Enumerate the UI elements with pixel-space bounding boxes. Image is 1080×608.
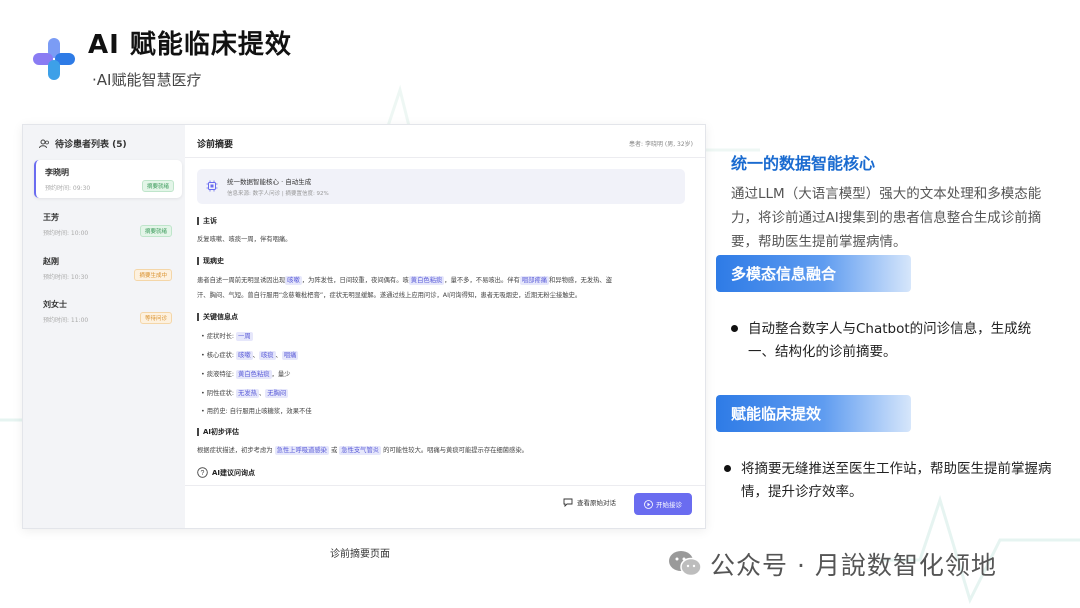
start-consultation-button[interactable]: 开始接诊 bbox=[634, 493, 692, 515]
patient-time: 预约时间: 10:30 bbox=[43, 274, 89, 281]
patient-name: 赵刚 bbox=[43, 257, 59, 266]
play-circle-icon bbox=[644, 499, 653, 509]
text-fragment: ，为阵发性，日间较重，夜间偶有。咳 bbox=[301, 277, 409, 284]
highlight-tag: 咽痛 bbox=[281, 351, 299, 360]
section-banner: 多模态信息融合 bbox=[716, 255, 911, 292]
highlight-tag: 黄白色粘痰 bbox=[236, 370, 272, 379]
present-illness-line2: 汗、胸闷、气短。曾自行服用“念慈菴枇杷膏”，症状无明显缓解。遂通过线上应用问诊，… bbox=[197, 292, 582, 299]
ai-suggest-heading-row: ? AI建议问询点 bbox=[197, 467, 255, 478]
patient-card[interactable]: 赵刚 预约时间: 10:30 摘要生成中 bbox=[34, 249, 180, 287]
summary-title: 诊前摘要 bbox=[197, 140, 234, 150]
data-core-info-box: 统一数据智能核心 · 自动生成 信息来源: 数字人问诊 | 摘要置信度: 92% bbox=[197, 169, 685, 204]
status-badge: 摘要就绪 bbox=[141, 180, 174, 192]
patient-card[interactable]: 王芳 预约时间: 10:00 摘要就绪 bbox=[34, 205, 180, 243]
screenshot-caption: 诊前摘要页面 bbox=[330, 549, 390, 560]
text-fragment: 的可能性较大。咽痛与黄痰可能提示存在细菌感染。 bbox=[383, 447, 528, 454]
summary-page-screenshot: 待诊患者列表 (5) 李晓明 预约时间: 09:30 摘要就绪 王芳 预约时间:… bbox=[22, 124, 706, 529]
text-fragment: 根据症状描述，初步考虑为 bbox=[197, 447, 273, 454]
highlight-tag: 急性上呼吸道感染 bbox=[274, 446, 329, 455]
users-icon bbox=[39, 139, 49, 148]
core-title: 统一的数据智能核心 bbox=[731, 154, 876, 173]
ai-assessment-text: 根据症状描述，初步考虑为 急性上呼吸道感染 或 急性支气管炎 的可能性较大。咽痛… bbox=[197, 445, 528, 455]
highlight-tag: 无胸闷 bbox=[265, 389, 289, 398]
key-info-suffix: ，量少 bbox=[271, 371, 291, 378]
question-circle-icon: ? bbox=[197, 467, 208, 478]
highlight-tag: 咳痰 bbox=[258, 351, 276, 360]
bullet-text: 将摘要无缝推送至医生工作站，帮助医生提前掌握病情，提升诊疗效率。 bbox=[741, 461, 1052, 500]
patient-info: 患者: 李晓明 (男, 32岁) bbox=[629, 141, 693, 148]
banner-label: 多模态信息融合 bbox=[731, 265, 837, 283]
view-original-chat-button[interactable]: 查看原始对话 bbox=[563, 497, 616, 507]
key-info-item: • 痰液特征: 黄白色粘痰 ，量少 bbox=[201, 370, 291, 379]
status-badge: 等待问诊 bbox=[139, 312, 172, 324]
highlight-tag: 黄白色粘痰 bbox=[408, 276, 445, 285]
bullet-dot bbox=[731, 325, 738, 332]
bullet-text: 自动整合数字人与Chatbot的问诊信息，生成统一、结构化的诊前摘要。 bbox=[748, 321, 1032, 360]
section-heading: 主诉 bbox=[197, 217, 217, 225]
watermark-text: 公众号 · 月說数智化领地 bbox=[710, 551, 997, 580]
present-illness-line1: 患者自述一周前无明显诱因出现 咳嗽 ，为阵发性，日间较重，夜间偶有。咳 黄白色粘痰 ，量… bbox=[197, 275, 612, 285]
status-badge: 摘要生成中 bbox=[134, 269, 172, 281]
patient-name: 刘女士 bbox=[43, 300, 67, 309]
info-box-title: 统一数据智能核心 · 自动生成 bbox=[227, 178, 312, 186]
ai-suggest-heading: AI建议问询点 bbox=[212, 468, 256, 477]
key-info-label: 用药史: bbox=[206, 408, 228, 415]
divider bbox=[185, 157, 705, 158]
key-info-suffix: 自行服用止咳糖浆，效果不佳 bbox=[229, 408, 312, 415]
patient-list-sidebar: 待诊患者列表 (5) 李晓明 预约时间: 09:30 摘要就绪 王芳 预约时间:… bbox=[23, 125, 183, 528]
patient-time: 预约时间: 11:00 bbox=[43, 317, 89, 324]
core-description: 通过LLM（大语言模型）强大的文本处理和多模态能力，将诊前通过AI搜集到的患者信… bbox=[731, 186, 1042, 250]
banner-label: 赋能临床提效 bbox=[731, 405, 822, 423]
chip-icon bbox=[206, 180, 218, 192]
patient-card[interactable]: 刘女士 预约时间: 11:00 等待问诊 bbox=[34, 292, 180, 330]
section-banner: 赋能临床提效 bbox=[716, 395, 911, 432]
patient-list-title: 待诊患者列表 (5) bbox=[55, 140, 127, 150]
patient-name: 李晓明 bbox=[45, 168, 69, 177]
page-subtitle: ·AI赋能智慧医疗 bbox=[92, 71, 202, 89]
section-heading: 关键信息点 bbox=[197, 313, 238, 321]
text-fragment: ，量不多，不易咳出。伴有 bbox=[444, 277, 520, 284]
key-info-label: 阴性症状: bbox=[206, 390, 235, 397]
wechat-icon bbox=[669, 551, 702, 577]
text-fragment: 或 bbox=[330, 447, 338, 454]
patient-list-header: 待诊患者列表 (5) bbox=[39, 137, 127, 150]
section-heading: AI初步评估 bbox=[197, 428, 239, 436]
chief-complaint-text: 反复咳嗽、咳痰一周，伴有咽痛。 bbox=[197, 236, 292, 243]
wechat-watermark: 公众号 · 月說数智化领地 bbox=[668, 546, 997, 582]
key-info-item: • 核心症状: 咳嗽、咳痰、咽痛 bbox=[201, 351, 299, 360]
bullet-dot bbox=[724, 465, 731, 472]
bullet-item: 自动整合数字人与Chatbot的问诊信息，生成统一、结构化的诊前摘要。 bbox=[731, 318, 1051, 364]
key-info-item: • 阴性症状: 无发热、无胸闷 bbox=[201, 389, 289, 398]
key-info-label: 核心症状: bbox=[206, 352, 235, 359]
key-info-label: 痰液特征: bbox=[206, 371, 235, 378]
svg-text:?: ? bbox=[201, 470, 205, 477]
highlight-tag: 无发热 bbox=[236, 389, 259, 398]
patient-time: 预约时间: 10:00 bbox=[43, 230, 89, 237]
info-box-subtitle: 信息来源: 数字人问诊 | 摘要置信度: 92% bbox=[227, 191, 329, 197]
text-fragment: 患者自述一周前无明显诱因出现 bbox=[197, 277, 286, 284]
highlight-tag: 咳嗽 bbox=[236, 351, 253, 360]
page-title: AI 赋能临床提效 bbox=[88, 30, 292, 60]
key-info-item: • 用药史: 自行服用止咳糖浆，效果不佳 bbox=[201, 408, 312, 415]
chat-icon bbox=[563, 498, 573, 507]
key-info-item: • 症状时长: 一周 bbox=[201, 332, 253, 341]
key-info-label: 症状时长: bbox=[206, 333, 235, 340]
status-badge: 摘要就绪 bbox=[139, 225, 172, 237]
highlight-tag: 一周 bbox=[236, 332, 253, 341]
highlight-tag: 急性支气管炎 bbox=[339, 446, 382, 455]
patient-name: 王芳 bbox=[43, 213, 59, 222]
highlight-tag: 咽部疼痛 bbox=[519, 276, 550, 285]
start-consultation-label: 开始接诊 bbox=[656, 501, 682, 509]
patient-time: 预约时间: 09:30 bbox=[45, 185, 91, 192]
bullet-item: 将摘要无缝推送至医生工作站，帮助医生提前掌握病情，提升诊疗效率。 bbox=[724, 458, 1056, 504]
patient-card[interactable]: 李晓明 预约时间: 09:30 摘要就绪 bbox=[34, 160, 182, 198]
divider bbox=[185, 485, 705, 486]
summary-main-panel: 诊前摘要 患者: 李晓明 (男, 32岁) 统一数据智能核心 · 自动生成 信息… bbox=[185, 125, 705, 528]
medical-cross-logo-icon bbox=[33, 38, 75, 80]
view-original-chat-label: 查看原始对话 bbox=[577, 499, 616, 507]
highlight-tag: 咳嗽 bbox=[285, 276, 302, 285]
section-heading: 现病史 bbox=[197, 257, 224, 265]
text-fragment: 和异物感，无发热、盗 bbox=[549, 277, 612, 284]
